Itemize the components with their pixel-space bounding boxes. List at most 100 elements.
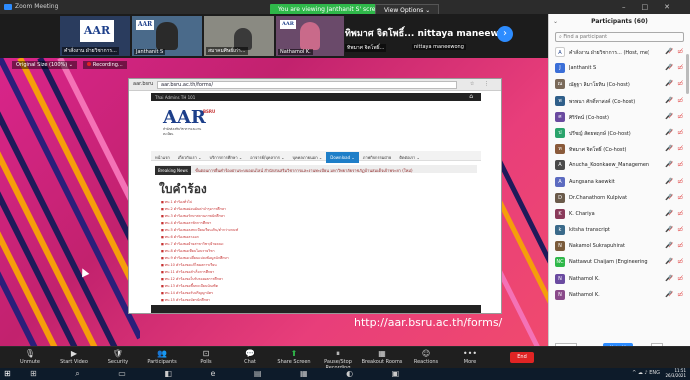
avatar: N (555, 289, 565, 300)
url-field[interactable]: aar.bsru.ac.th/forms/ (157, 81, 457, 89)
site-nav-item[interactable]: ภาพกิจกรรมฝ่าย (359, 151, 396, 164)
form-link[interactable]: ทบ.4 คำร้องขอลาพักการศึกษา (161, 220, 361, 227)
chat-button[interactable]: 💬 Chat (228, 349, 272, 367)
clock[interactable]: 11:51 26/3/2021 (665, 368, 686, 378)
form-link[interactable]: ทบ.1 คำร้องทั่วไป (161, 199, 361, 206)
video-thumbnail[interactable]: สมาคมศิษย์เก่า... (204, 16, 274, 56)
forms-list: ทบ.1 คำร้องทั่วไปทบ.2 คำร้องขอผ่อนผันค่า… (161, 199, 361, 313)
toolbar-label: Unmute (20, 359, 40, 365)
browser-controls[interactable]: ☆ ⋮ (470, 81, 493, 87)
form-link[interactable]: ทบ.11 คำร้องขอสำเร็จการศึกษา (161, 269, 361, 276)
windows-start-icon[interactable]: ⊞ (4, 370, 12, 378)
participant-row[interactable]: N Nathamol K. 🎤̸ ▭̸ (549, 271, 690, 287)
site-nav-item[interactable]: อาจารย์/บุคลากร ⌄ (246, 151, 288, 164)
avatar: ป (555, 127, 565, 138)
thumbnail-name: nittaya maneewong (412, 44, 466, 50)
aar-logo: AAR (136, 20, 154, 30)
form-link[interactable]: ทบ.3 คำร้องขอรักษาสถานภาพนักศึกษา (161, 213, 361, 220)
browser-window: aar.bsru aar.bsru.ac.th/forms/ ☆ ⋮ Thai … (128, 78, 502, 314)
form-link[interactable]: ทบ.12 คำร้องขอใบรับรองผลการศึกษา (161, 276, 361, 283)
recording-indicator[interactable]: Recording... (82, 61, 127, 69)
minimize-icon[interactable]: – (622, 3, 642, 11)
window-controls[interactable]: –□✕ (622, 3, 686, 11)
form-link[interactable]: ทบ.8 คำร้องขอเทียบโอนรายวิชา (161, 248, 361, 255)
breakout-rooms-button[interactable]: ▦ Breakout Rooms (360, 349, 404, 367)
form-link[interactable]: ทบ.6 คำร้องขอลาออก (161, 234, 361, 241)
toolbar-label: Polls (200, 359, 212, 365)
participant-name: Nattawut Chaijam (Engineering and...) (569, 259, 649, 266)
taskbar-apps[interactable]: ⊞ ⌕ ▭ ◧ e ▤ ▦ ◐ ▣ (30, 369, 417, 379)
browser-tab[interactable]: aar.bsru (133, 81, 153, 87)
site-nav-item[interactable]: บุคคลภายนอก ⌄ (288, 151, 326, 164)
site-nav: หน้าแรก เกี่ยวกับเรา ⌄ บริการการศึกษา ⌄ อาจ… (151, 151, 481, 164)
participant-row[interactable]: ศ ศิริรัตน์ (Co-host) 🎤̸ ▭̸ (549, 109, 690, 125)
participant-row[interactable]: D Dr.Chanathorn Kulpivat 🎤̸ ▭̸ (549, 190, 690, 206)
participant-row[interactable]: ท ทิพมาศ จิตโพธิ์ (Co-host) 🎤̸ ▭̸ (549, 141, 690, 157)
participant-row[interactable]: A Aungsana kaewkit 🎤̸ ▭̸ (549, 174, 690, 190)
participant-search-input[interactable]: ⌕ Find a participant (555, 32, 684, 42)
maximize-icon[interactable]: □ (642, 3, 665, 11)
reactions-button[interactable]: ☺ Reactions (404, 349, 448, 367)
form-link[interactable]: ทบ.7 คำร้องขอย้ายสาขาวิชา/ย้ายคณะ (161, 241, 361, 248)
participant-row[interactable]: N Nakamol Sukrapuhirat 🎤̸ ▭̸ (549, 238, 690, 254)
participant-row[interactable]: ณ ณัฐฐา ลิมาโยทิน (Co-host) 🎤̸ ▭̸ (549, 76, 690, 92)
participant-name: Aungsana kaewkit (569, 178, 615, 185)
original-size-dropdown[interactable]: Original Size (100%) ⌄ (12, 61, 77, 69)
browser-address-bar: aar.bsru aar.bsru.ac.th/forms/ ☆ ⋮ (129, 79, 501, 91)
participant-name: คำสั่งงาน ฝ่ายวิชาการ... (Host, me) (569, 50, 649, 56)
participant-row[interactable]: A คำสั่งงาน ฝ่ายวิชาการ... (Host, me) 🎤̸ ▭… (549, 44, 690, 60)
next-thumbnails-arrow-icon[interactable]: › (497, 26, 513, 42)
windows-taskbar: ⊞ ⊞ ⌕ ▭ ◧ e ▤ ▦ ◐ ▣ ^ ☁ ♪ ENG 11:51 26/3/… (0, 368, 690, 380)
system-tray[interactable]: ^ ☁ ♪ ENG (632, 370, 660, 376)
mic-video-off-icon: 🎤̸ ▭̸ (664, 161, 684, 169)
security-icon: 🛡 (112, 349, 124, 358)
video-thumbnail[interactable]: AAR Nathamol K. (276, 16, 344, 56)
toolbar-label: More (463, 359, 477, 365)
site-nav-item[interactable]: บริการการศึกษา ⌄ (206, 151, 247, 164)
site-nav-item[interactable]: Download ⌄ (326, 152, 359, 163)
video-thumbnail[interactable]: AAR คำสั่งงาน ฝ่ายวิชาการ... (60, 16, 130, 56)
form-link[interactable]: ทบ.14 คำร้องขอรับปริญญาบัตร (161, 290, 361, 297)
participant-row[interactable]: N Nathamol K. 🎤̸ ▭̸ (549, 287, 690, 303)
polls-button[interactable]: ⊡ Polls (184, 349, 228, 367)
security-button[interactable]: 🛡 Security (96, 349, 140, 367)
participant-row[interactable]: NC Nattawut Chaijam (Engineering and...) 🎤… (549, 254, 690, 270)
meeting-toolbar: 🎙 Unmute ▶ Start Video 🛡 Security 👥 Participant… (0, 346, 690, 371)
more-button[interactable]: ••• More (448, 349, 492, 367)
unmute-button[interactable]: 🎙 Unmute (8, 349, 52, 367)
site-logo[interactable]: AAR BSRU สำนักส่งเสริมวิชาการและงานทะเบี… (163, 109, 215, 137)
site-nav-item[interactable]: หน้าแรก (151, 151, 174, 164)
share-screen-button[interactable]: ⬆ Share Screen (272, 349, 316, 367)
participants-button[interactable]: 👥 Participants (140, 349, 184, 367)
decorative-stripes (0, 58, 140, 346)
form-link[interactable]: ทบ.13 คำร้องขอขึ้นทะเบียนบัณฑิต (161, 283, 361, 290)
form-link[interactable]: ทบ.10 คำร้องขอแก้ไขผลการเรียน (161, 262, 361, 269)
presenter-name-text: ทิพมาศ จิตโพธิ์... nittaya maneew... (345, 29, 509, 39)
form-link[interactable]: ทบ.15 คำร้องขอบัตรนักศึกษา (161, 297, 361, 304)
avatar: ท (555, 144, 565, 155)
participant-row[interactable]: k kitsha transcript 🎤̸ ▭̸ (549, 222, 690, 238)
window-title: Zoom Meeting (15, 3, 59, 10)
participant-row[interactable]: A Anucha_Koonkaew_Management 🎤̸ ▭̸ (549, 157, 690, 173)
form-link[interactable]: ทบ.9 คำร้องขอเปลี่ยนแปลงข้อมูลนักศึกษา (161, 255, 361, 262)
clock-date: 26/3/2021 (665, 373, 686, 378)
participant-row[interactable]: J Janthanit S 🎤̸ ▭̸ (549, 60, 690, 76)
form-link[interactable]: ทบ.5 คำร้องขอลงทะเบียนเรียนเกิน/ต่ำกว่าเ… (161, 227, 361, 234)
collapse-chevron-icon[interactable]: ⌄ (553, 14, 558, 30)
recording-label: Recording... (92, 62, 123, 68)
video-thumbnail[interactable]: AAR Janthanit S (132, 16, 202, 56)
site-nav-item[interactable]: ติดต่อเรา ⌄ (395, 151, 424, 164)
participant-row[interactable]: พ พรพนา ศักดิ์ทาสงค์ (Co-host) 🎤̸ ▭̸ (549, 93, 690, 109)
end-meeting-button[interactable]: End (510, 352, 534, 363)
ticker-text[interactable]: ขั้นตอนการยื่นคำร้องผ่านระบบออนไลน์ สำนั… (192, 165, 415, 176)
pause-recording-button[interactable]: ⏸Pause/Stop Recording (316, 349, 360, 371)
close-icon[interactable]: ✕ (664, 3, 686, 11)
form-link[interactable]: ทบ.2 คำร้องขอผ่อนผันค่าบำรุงการศึกษา (161, 206, 361, 213)
participant-row[interactable]: K K. Chariya 🎤̸ ▭̸ (549, 206, 690, 222)
home-icon[interactable]: ⌂ (469, 93, 473, 100)
participant-row[interactable]: ป ปรีชญ์ สัตยพฤกษ์ (Co-host) 🎤̸ ▭̸ (549, 125, 690, 141)
participant-scrollbar[interactable] (686, 54, 689, 94)
participant-name: พรพนา ศักดิ์ทาสงค์ (Co-host) (569, 98, 636, 105)
site-nav-item[interactable]: เกี่ยวกับเรา ⌄ (174, 151, 206, 164)
start-video-button[interactable]: ▶ Start Video (52, 349, 96, 367)
